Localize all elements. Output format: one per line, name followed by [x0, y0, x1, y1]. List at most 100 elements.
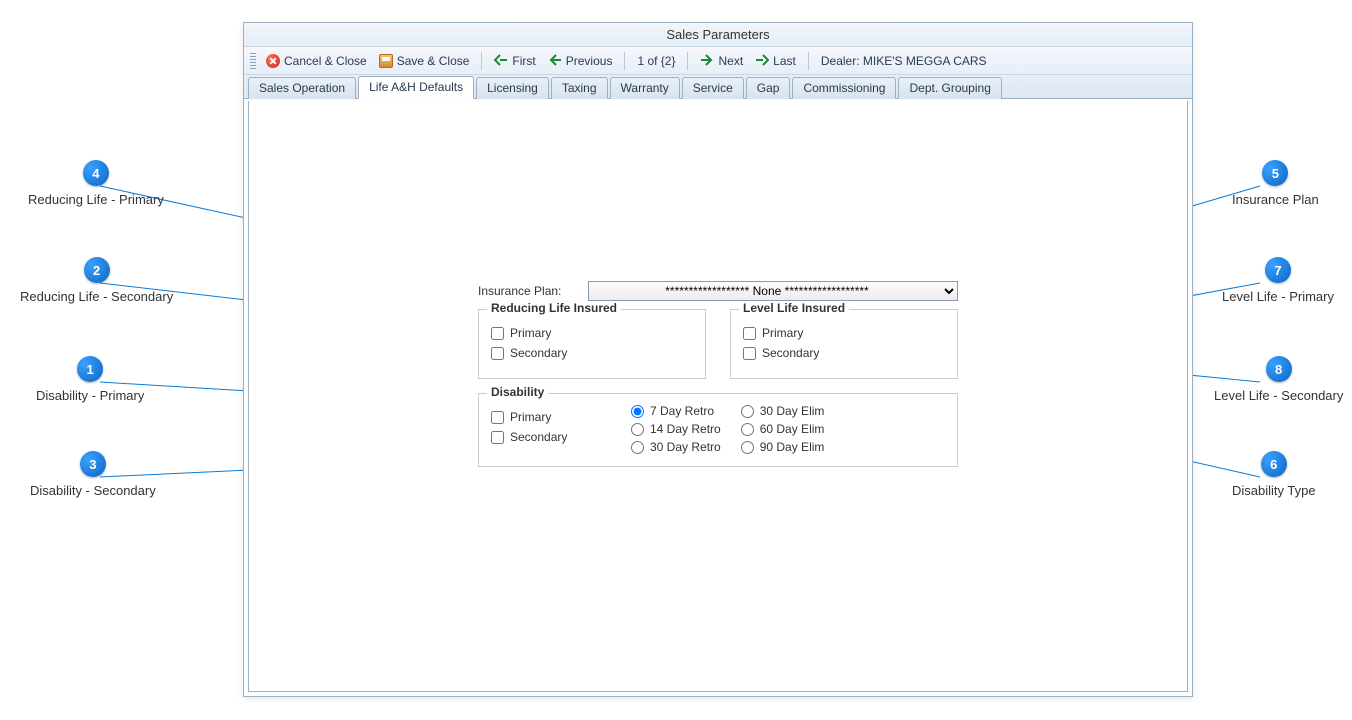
toolbar-grip-icon [250, 53, 256, 69]
window-sales-parameters: Sales Parameters Cancel & Close Save & C… [243, 22, 1193, 697]
callout-label-4: Reducing Life - Primary [28, 192, 164, 207]
level-secondary-input[interactable] [743, 347, 756, 360]
insurance-plan-select[interactable]: ****************** None ****************… [588, 281, 958, 301]
insurance-plan-label: Insurance Plan: [478, 284, 588, 298]
radio-30-day-retro-label: 30 Day Retro [650, 440, 721, 454]
radio-14-day-retro-label: 14 Day Retro [650, 422, 721, 436]
radio-30-day-retro-input[interactable] [631, 441, 644, 454]
separator [481, 52, 482, 70]
reducing-secondary-input[interactable] [491, 347, 504, 360]
last-button[interactable]: Last [749, 52, 802, 70]
disability-primary-label: Primary [510, 410, 551, 424]
previous-label: Previous [566, 54, 613, 68]
callout-label-2: Reducing Life - Secondary [20, 289, 173, 304]
disability-legend: Disability [487, 385, 548, 399]
level-secondary-label: Secondary [762, 346, 819, 360]
dealer-info: Dealer: MIKE'S MEGGA CARS [821, 54, 987, 68]
form-area: Insurance Plan: ****************** None … [478, 281, 958, 467]
tab-taxing[interactable]: Taxing [551, 77, 608, 99]
radio-7-day-retro-input[interactable] [631, 405, 644, 418]
reducing-primary-checkbox[interactable]: Primary [491, 326, 693, 340]
disability-secondary-input[interactable] [491, 431, 504, 444]
tabstrip: Sales Operation Life A&H Defaults Licens… [244, 75, 1192, 99]
callout-bubble-2: 2 [84, 257, 110, 283]
save-close-label: Save & Close [397, 54, 470, 68]
level-primary-checkbox[interactable]: Primary [743, 326, 945, 340]
next-label: Next [718, 54, 743, 68]
radio-7-day-retro[interactable]: 7 Day Retro [631, 404, 721, 418]
reducing-secondary-label: Secondary [510, 346, 567, 360]
first-label: First [512, 54, 535, 68]
reducing-secondary-checkbox[interactable]: Secondary [491, 346, 693, 360]
callout-label-7: Level Life - Primary [1222, 289, 1334, 304]
next-button[interactable]: Next [694, 52, 749, 70]
tab-gap[interactable]: Gap [746, 77, 791, 99]
level-primary-label: Primary [762, 326, 803, 340]
reducing-primary-label: Primary [510, 326, 551, 340]
first-icon [494, 54, 508, 68]
previous-icon [548, 54, 562, 68]
callout-bubble-7: 7 [1265, 257, 1291, 283]
tab-licensing[interactable]: Licensing [476, 77, 549, 99]
level-life-legend: Level Life Insured [739, 301, 849, 315]
cancel-icon [266, 54, 280, 68]
dealer-value: MIKE'S MEGGA CARS [863, 54, 987, 68]
tab-service[interactable]: Service [682, 77, 744, 99]
first-button[interactable]: First [488, 52, 541, 70]
level-life-group: Level Life Insured Primary Secondary [730, 309, 958, 379]
radio-60-day-elim-input[interactable] [741, 423, 754, 436]
radio-90-day-elim-input[interactable] [741, 441, 754, 454]
disability-primary-input[interactable] [491, 411, 504, 424]
tab-warranty[interactable]: Warranty [610, 77, 680, 99]
tab-dept-grouping[interactable]: Dept. Grouping [898, 77, 1001, 99]
record-position: 1 of {2} [631, 52, 681, 70]
callout-bubble-3: 3 [80, 451, 106, 477]
separator [808, 52, 809, 70]
callout-bubble-4: 4 [83, 160, 109, 186]
radio-90-day-elim[interactable]: 90 Day Elim [741, 440, 831, 454]
callout-bubble-6: 6 [1261, 451, 1287, 477]
separator [624, 52, 625, 70]
radio-30-day-elim-input[interactable] [741, 405, 754, 418]
tab-commissioning[interactable]: Commissioning [792, 77, 896, 99]
radio-30-day-elim-label: 30 Day Elim [760, 404, 825, 418]
disability-group: Disability Primary Secondary [478, 393, 958, 467]
callout-bubble-8: 8 [1266, 356, 1292, 382]
radio-14-day-retro-input[interactable] [631, 423, 644, 436]
radio-60-day-elim[interactable]: 60 Day Elim [741, 422, 831, 436]
previous-button[interactable]: Previous [542, 52, 619, 70]
last-label: Last [773, 54, 796, 68]
save-icon [379, 54, 393, 68]
next-icon [700, 54, 714, 68]
callout-label-6: Disability Type [1232, 483, 1316, 498]
radio-30-day-elim[interactable]: 30 Day Elim [741, 404, 831, 418]
reducing-primary-input[interactable] [491, 327, 504, 340]
callout-bubble-5: 5 [1262, 160, 1288, 186]
callout-label-8: Level Life - Secondary [1214, 388, 1343, 403]
radio-30-day-retro[interactable]: 30 Day Retro [631, 440, 721, 454]
tab-content: Insurance Plan: ****************** None … [248, 101, 1188, 692]
disability-primary-checkbox[interactable]: Primary [491, 410, 601, 424]
dealer-label: Dealer: [821, 54, 860, 68]
disability-secondary-checkbox[interactable]: Secondary [491, 430, 601, 444]
level-secondary-checkbox[interactable]: Secondary [743, 346, 945, 360]
tab-life-ah-defaults[interactable]: Life A&H Defaults [358, 76, 474, 99]
radio-14-day-retro[interactable]: 14 Day Retro [631, 422, 721, 436]
save-close-button[interactable]: Save & Close [373, 52, 476, 70]
callout-label-3: Disability - Secondary [30, 483, 156, 498]
callout-bubble-1: 1 [77, 356, 103, 382]
reducing-life-group: Reducing Life Insured Primary Secondary [478, 309, 706, 379]
radio-7-day-retro-label: 7 Day Retro [650, 404, 714, 418]
disability-secondary-label: Secondary [510, 430, 567, 444]
last-icon [755, 54, 769, 68]
window-title: Sales Parameters [244, 23, 1192, 47]
reducing-life-legend: Reducing Life Insured [487, 301, 621, 315]
radio-60-day-elim-label: 60 Day Elim [760, 422, 825, 436]
cancel-close-label: Cancel & Close [284, 54, 367, 68]
tab-sales-operation[interactable]: Sales Operation [248, 77, 356, 99]
cancel-close-button[interactable]: Cancel & Close [260, 52, 373, 70]
level-primary-input[interactable] [743, 327, 756, 340]
toolbar: Cancel & Close Save & Close First Previo… [244, 47, 1192, 75]
callout-label-5: Insurance Plan [1232, 192, 1319, 207]
separator [687, 52, 688, 70]
